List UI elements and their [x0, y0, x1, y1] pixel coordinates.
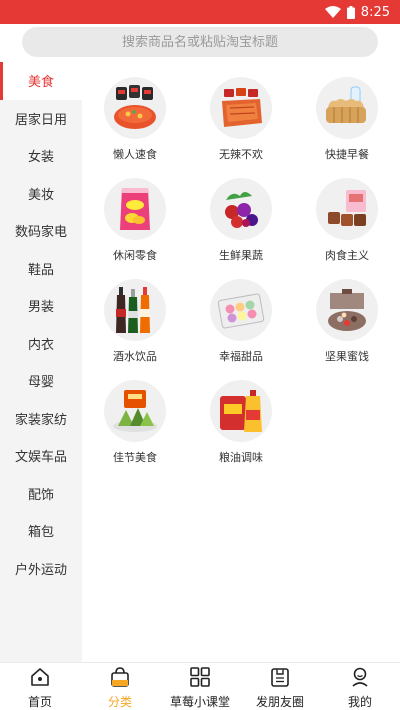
tab-home[interactable]: 首页 — [0, 663, 80, 710]
tab-category[interactable]: 分类 — [80, 663, 160, 710]
sidebar-item-bags[interactable]: 箱包 — [0, 512, 82, 550]
sidebar-item-home-textiles[interactable]: 家装家纺 — [0, 400, 82, 438]
subcategory-meat[interactable]: 肉食主义 — [294, 178, 400, 270]
shopping-bag-icon — [109, 666, 131, 688]
subcategory-drinks[interactable]: 酒水饮品 — [82, 279, 188, 371]
bread-icon — [316, 77, 378, 139]
grid-icon — [189, 666, 211, 688]
subcategory-label: 粮油调味 — [219, 451, 263, 464]
search-input[interactable] — [22, 27, 378, 57]
subcategory-label: 坚果蜜饯 — [325, 350, 369, 363]
sidebar-item-food[interactable]: 美食 — [0, 62, 82, 100]
sidebar-item-womens-wear[interactable]: 女装 — [0, 137, 82, 175]
bottles-icon — [104, 279, 166, 341]
sidebar-item-label: 户外运动 — [14, 562, 67, 578]
sidebar-item-label: 居家日用 — [14, 112, 67, 128]
battery-icon — [346, 5, 355, 19]
subcategory-grid: 懒人速食 无辣不欢 快捷早餐 休闲零食 生鲜果蔬 肉食主义 酒水饮品 幸福甜品 … — [82, 77, 400, 472]
subcategory-label: 懒人速食 — [113, 148, 157, 161]
tab-label: 我的 — [347, 695, 372, 709]
search-box[interactable] — [22, 27, 378, 57]
home-icon — [29, 666, 51, 688]
sidebar-item-shoes[interactable]: 鞋品 — [0, 250, 82, 288]
subcategory-label: 休闲零食 — [113, 249, 157, 262]
tab-label: 分类 — [107, 695, 132, 709]
category-sidebar: 美食 居家日用 女装 美妆 数码家电 鞋品 男装 内衣 母婴 家装家纺 文娱车品… — [0, 62, 82, 662]
sidebar-item-label: 母婴 — [27, 375, 54, 391]
meat-snack-icon — [316, 178, 378, 240]
profile-icon — [349, 666, 371, 688]
macarons-icon — [210, 279, 272, 341]
wifi-icon — [324, 6, 341, 18]
sidebar-item-label: 箱包 — [27, 525, 54, 541]
rice-oil-icon — [210, 380, 272, 442]
instant-noodles-icon — [104, 77, 166, 139]
share-card-icon — [269, 666, 291, 688]
sidebar-item-label: 鞋品 — [27, 262, 54, 278]
sidebar-item-label: 配饰 — [27, 487, 54, 503]
chips-bag-icon — [104, 178, 166, 240]
sidebar-item-label: 内衣 — [27, 337, 54, 353]
subcategory-label: 肉食主义 — [325, 249, 369, 262]
subcategory-snacks[interactable]: 休闲零食 — [82, 178, 188, 270]
sidebar-item-mens-wear[interactable]: 男装 — [0, 287, 82, 325]
berries-icon — [210, 178, 272, 240]
zongzi-icon — [104, 380, 166, 442]
sidebar-item-accessories[interactable]: 配饰 — [0, 475, 82, 513]
sidebar-item-label: 文娱车品 — [14, 450, 67, 466]
subcategory-nuts[interactable]: 坚果蜜饯 — [294, 279, 400, 371]
subcategory-festival[interactable]: 佳节美食 — [82, 380, 188, 472]
tab-label: 发朋友圈 — [255, 695, 304, 709]
sidebar-item-label: 美妆 — [27, 187, 54, 203]
subcategory-label: 佳节美食 — [113, 451, 157, 464]
tab-label: 首页 — [27, 695, 52, 709]
status-time: 8:25 — [360, 4, 390, 20]
sidebar-item-beauty[interactable]: 美妆 — [0, 175, 82, 213]
search-bar — [0, 24, 400, 60]
status-bar: 8:25 — [0, 0, 400, 24]
subcategory-label: 无辣不欢 — [219, 148, 263, 161]
subcategory-label: 酒水饮品 — [113, 350, 157, 363]
sidebar-item-label: 女装 — [27, 150, 54, 166]
sidebar-item-underwear[interactable]: 内衣 — [0, 325, 82, 363]
subcategory-desserts[interactable]: 幸福甜品 — [188, 279, 294, 371]
tab-label: 草莓小课堂 — [169, 695, 230, 709]
subcategory-breakfast[interactable]: 快捷早餐 — [294, 77, 400, 169]
sidebar-item-label: 家装家纺 — [14, 412, 67, 428]
sidebar-item-baby[interactable]: 母婴 — [0, 362, 82, 400]
tab-profile[interactable]: 我的 — [320, 663, 400, 710]
spicy-snacks-icon — [210, 77, 272, 139]
status-icons: 8:25 — [324, 3, 390, 21]
tab-classroom[interactable]: 草莓小课堂 — [160, 663, 240, 710]
subcategory-staples[interactable]: 粮油调味 — [188, 380, 294, 472]
subcategory-label: 生鲜果蔬 — [219, 249, 263, 262]
sidebar-item-outdoor[interactable]: 户外运动 — [0, 550, 82, 588]
subcategory-fresh-produce[interactable]: 生鲜果蔬 — [188, 178, 294, 270]
subcategory-panel: 懒人速食 无辣不欢 快捷早餐 休闲零食 生鲜果蔬 肉食主义 酒水饮品 幸福甜品 … — [82, 62, 400, 662]
sidebar-item-household[interactable]: 居家日用 — [0, 100, 82, 138]
nuts-box-icon — [316, 279, 378, 341]
subcategory-label: 幸福甜品 — [219, 350, 263, 363]
sidebar-item-label: 男装 — [27, 300, 54, 316]
sidebar-item-stationery-auto[interactable]: 文娱车品 — [0, 437, 82, 475]
sidebar-item-electronics[interactable]: 数码家电 — [0, 212, 82, 250]
subcategory-spicy[interactable]: 无辣不欢 — [188, 77, 294, 169]
subcategory-instant-food[interactable]: 懒人速食 — [82, 77, 188, 169]
subcategory-label: 快捷早餐 — [325, 148, 369, 161]
bottom-tab-bar: 首页 分类 草莓小课堂 发朋友圈 我的 — [0, 662, 400, 710]
tab-share-moments[interactable]: 发朋友圈 — [240, 663, 320, 710]
sidebar-item-label: 美食 — [27, 75, 54, 91]
sidebar-item-label: 数码家电 — [14, 225, 67, 241]
